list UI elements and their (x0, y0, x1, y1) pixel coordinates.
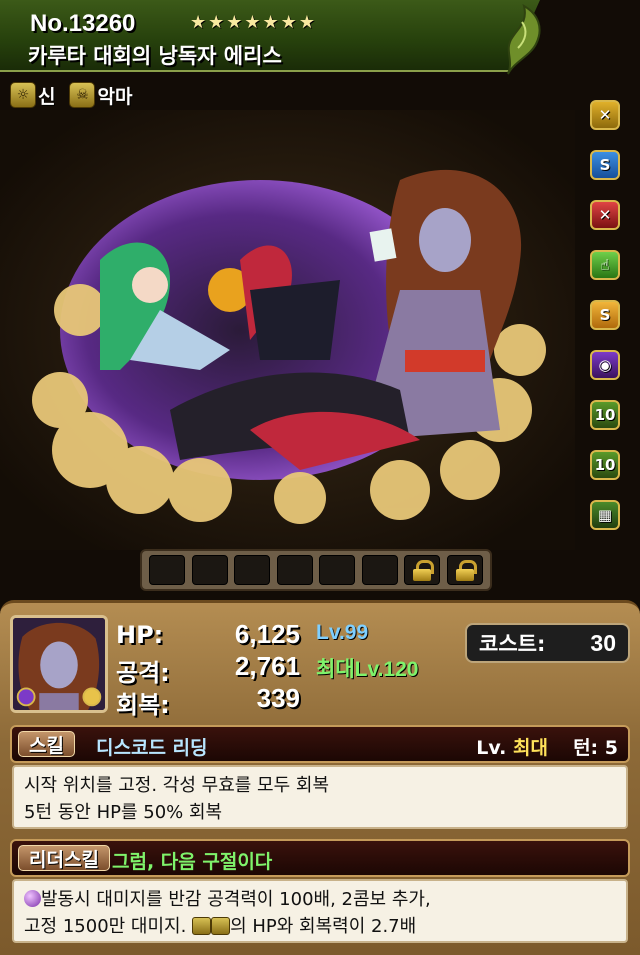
lock-icon (413, 560, 435, 581)
type-label: 신 (38, 85, 56, 108)
lock-icon (455, 560, 477, 581)
leader-skill-header[interactable]: 리더스킬 그럼, 다음 구절이다 (10, 839, 630, 877)
recover-label: 회복: (116, 691, 170, 719)
combo-orb-10-icon[interactable]: 10 (590, 400, 620, 430)
skill-tag: 스킬 (18, 731, 75, 757)
rarity-stars: ★★★★★★★ (190, 12, 317, 33)
skill-description: 시작 위치를 고정. 각성 무효를 모두 회복 5턴 동안 HP를 50% 회복 (12, 765, 628, 829)
latent-slot[interactable] (234, 555, 271, 585)
leader-desc-line: 고정 1500만 대미지. 의 HP와 회복력이 2.7배 (24, 913, 616, 940)
latent-slot-locked (446, 555, 483, 585)
hp-label: HP: (116, 621, 164, 649)
skill-desc-line: 시작 위치를 고정. 각성 무효를 모두 회복 (24, 775, 330, 796)
skill-bind-resist-plus-icon[interactable]: ✕ (590, 200, 620, 230)
skill-level-value: 최대 (513, 737, 548, 759)
leader-desc-text: 의 HP와 회복력이 2.7배 (230, 916, 417, 937)
type-label: 악마 (97, 85, 133, 108)
leader-skill-name: 그럼, 다음 구절이다 (112, 851, 273, 873)
latent-slot[interactable] (361, 555, 398, 585)
type-item-god: ☼ 신 (10, 80, 55, 110)
attack-label: 공격: (116, 659, 170, 687)
skill-level-prefix: Lv. (476, 737, 507, 759)
latent-slot[interactable] (149, 555, 186, 585)
monster-artwork (0, 110, 575, 550)
cost-value: 30 (590, 629, 616, 656)
latent-slot[interactable] (191, 555, 228, 585)
monster-name: 카루타 대회의 낭독자 에리스 (28, 44, 282, 68)
skill-bind-resist-icon[interactable]: ✕ (590, 100, 620, 130)
portrait-image (13, 618, 105, 710)
cost-label: 코스트: (479, 632, 546, 656)
devil-type-icon (211, 917, 231, 935)
super-skill-boost-icon[interactable]: S (590, 300, 620, 330)
skill-desc-line: 5턴 동안 HP를 50% 회복 (24, 802, 223, 823)
monster-header: No.13260 ★★★★★★★ 카루타 대회의 낭독자 에리스 (0, 0, 540, 72)
active-skill-header[interactable]: 스킬 디스코드 리딩 Lv. 최대 턴: 5 (10, 725, 630, 763)
latent-slot[interactable] (319, 555, 356, 585)
skill-turn: 턴: 5 (573, 737, 618, 759)
attack-value: 2,761 (234, 651, 300, 681)
dark-orb-icon (24, 890, 41, 907)
skill-name: 디스코드 리딩 (96, 737, 208, 759)
skill-boost-icon[interactable]: S (590, 150, 620, 180)
latent-slot-locked (404, 555, 441, 585)
god-type-icon: ☼ (10, 82, 36, 108)
leader-skill-tag: 리더스킬 (18, 845, 110, 871)
info-panel: HP: 6,125 공격: 2,761 회복: 339 Lv.99 최대Lv.1… (0, 600, 640, 955)
awakening-list: ✕ S ✕ ☝ S ◉ 10 10 ▦ (590, 100, 624, 550)
type-item-devil: ☠ 악마 (69, 80, 132, 110)
hp-value: 6,125 (234, 619, 300, 649)
devil-type-icon: ☠ (69, 82, 96, 108)
latent-slot[interactable] (276, 555, 313, 585)
leader-skill-description: 발동시 대미지를 반감 공격력이 100배, 2콤보 추가, 고정 1500만 … (12, 879, 628, 943)
monster-portrait (10, 615, 108, 713)
recover-value: 339 (256, 683, 300, 713)
level-value: Lv.99 (316, 621, 369, 644)
dark-combo-icon[interactable]: ◉ (590, 350, 620, 380)
finger-extension-icon[interactable]: ☝ (590, 250, 620, 280)
type-list: ☼ 신 ☠ 악마 (10, 80, 132, 110)
combo-orb-10-icon-2[interactable]: 10 (590, 450, 620, 480)
max-level-value: 최대Lv.120 (316, 658, 419, 681)
latent-awakening-slots (140, 549, 492, 591)
dragon-attribute-icon (507, 4, 541, 75)
cost-box: 코스트: 30 (465, 623, 630, 663)
orb-grid-icon[interactable]: ▦ (590, 500, 620, 530)
monster-number: No.13260 (30, 10, 136, 37)
god-type-icon (192, 917, 212, 935)
leader-desc-line: 발동시 대미지를 반감 공격력이 100배, 2콤보 추가, (24, 886, 616, 913)
leader-desc-text: 발동시 대미지를 반감 공격력이 100배, 2콤보 추가, (41, 889, 431, 910)
leader-desc-text: 고정 1500만 대미지. (24, 916, 187, 937)
skill-level: Lv. 최대 (476, 733, 548, 760)
